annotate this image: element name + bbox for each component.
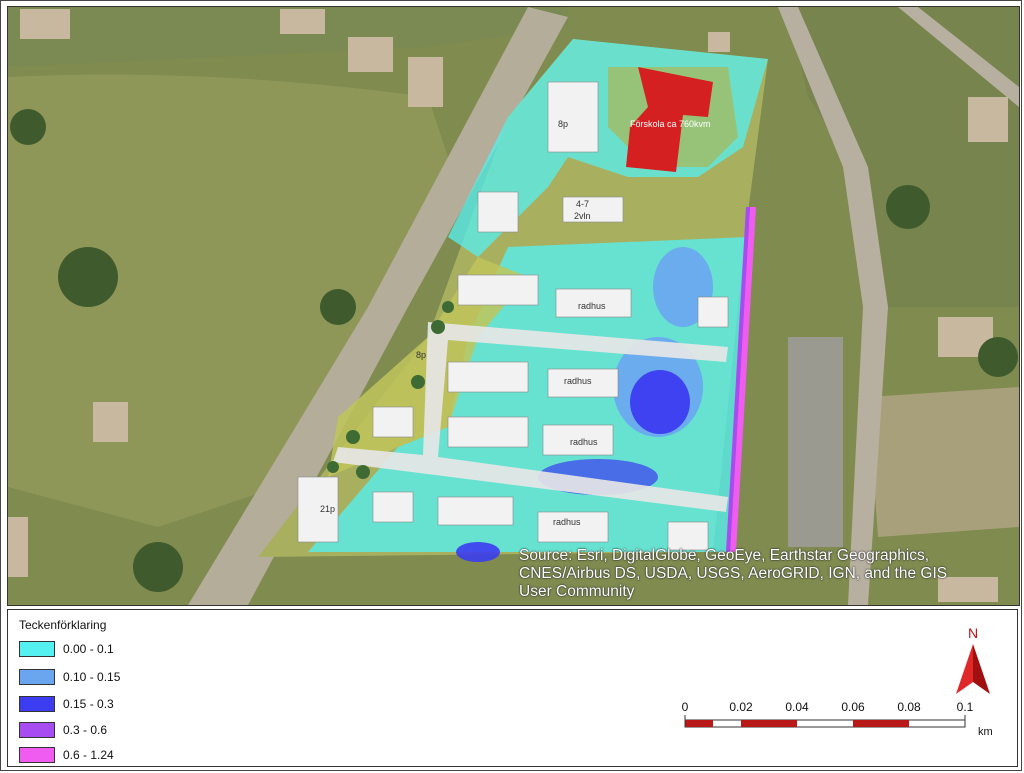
parking-lot-east bbox=[788, 337, 843, 547]
legend-item: 0.10 - 0.15 bbox=[19, 668, 120, 686]
legend-item: 0.3 - 0.6 bbox=[19, 721, 107, 739]
legend-item: 0.00 - 0.1 bbox=[19, 640, 114, 658]
legend-swatch bbox=[19, 747, 55, 763]
site-label: radhus bbox=[553, 517, 581, 527]
attribution-line: Source: Esri, DigitalGlobe, GeoEye, Eart… bbox=[519, 547, 930, 564]
site-label: radhus bbox=[564, 376, 592, 386]
legend-label: 0.00 - 0.1 bbox=[63, 642, 114, 656]
legend-swatch bbox=[19, 669, 55, 685]
site-label: radhus bbox=[578, 301, 606, 311]
legend-label: 0.15 - 0.3 bbox=[63, 697, 114, 711]
site-label: 8p bbox=[558, 119, 568, 129]
legend-item: 0.15 - 0.3 bbox=[19, 695, 114, 713]
depth-patch-0-15 bbox=[630, 370, 690, 434]
site-label: 2vln bbox=[574, 211, 591, 221]
legend-panel: Teckenförklaring 0.00 - 0.1 0.10 - 0.15 … bbox=[7, 609, 1018, 767]
site-label: 4-7 bbox=[576, 199, 589, 209]
field-east-dry bbox=[868, 387, 1019, 537]
north-arrow-left bbox=[956, 644, 973, 694]
legend-label: 0.10 - 0.15 bbox=[63, 670, 121, 684]
map-canvas: 8p radhus radhus radhus radhus 8p 21p 4-… bbox=[8, 7, 1019, 605]
depth-patch-0-15-c bbox=[456, 542, 500, 562]
legend-swatch bbox=[19, 696, 55, 712]
site-label: 21p bbox=[320, 504, 335, 514]
legend-swatch bbox=[19, 641, 55, 657]
legend-label: 0.6 - 1.24 bbox=[63, 748, 114, 762]
legend-swatch bbox=[19, 722, 55, 738]
attribution-line: User Community bbox=[519, 583, 635, 600]
site-label: Förskola ca 760kvm bbox=[630, 119, 711, 129]
north-arrow-icon: N bbox=[956, 625, 990, 694]
north-arrow-right bbox=[973, 644, 990, 694]
scale-bar: 0 0.02 0.04 0.06 0.08 0.1 km bbox=[668, 700, 1008, 740]
site-label: 8p bbox=[416, 350, 426, 360]
scale-bar-graphic bbox=[684, 715, 966, 728]
legend-label: 0.3 - 0.6 bbox=[63, 723, 108, 737]
site-label: radhus bbox=[570, 437, 598, 447]
north-label: N bbox=[968, 625, 978, 641]
aerial-map[interactable]: 8p radhus radhus radhus radhus 8p 21p 4-… bbox=[7, 6, 1020, 606]
scale-unit-label: km bbox=[978, 726, 993, 738]
map-attribution: Source: Esri, DigitalGlobe, GeoEye, Eart… bbox=[519, 547, 1009, 601]
attribution-line: CNES/Airbus DS, USDA, USGS, AeroGRID, IG… bbox=[519, 565, 948, 582]
legend-title: Teckenförklaring bbox=[19, 618, 107, 632]
legend-item: 0.6 - 1.24 bbox=[19, 746, 114, 764]
